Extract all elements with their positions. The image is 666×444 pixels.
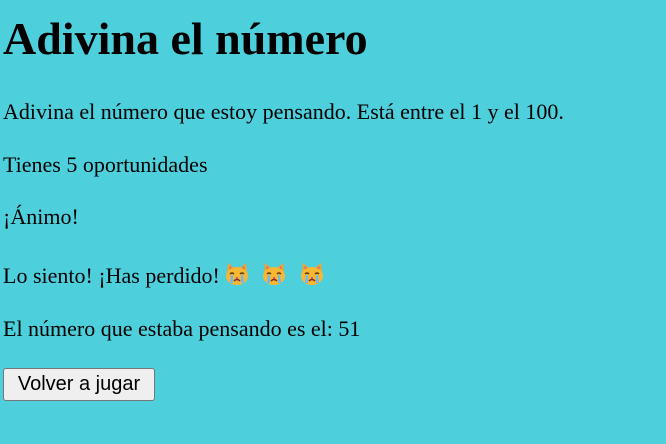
result-icons — [224, 262, 331, 292]
attempts-remaining-text: Tienes 5 oportunidades — [3, 152, 208, 177]
result-text: Lo siento! ¡Has perdido! — [3, 263, 220, 288]
crying-cat-icon — [299, 262, 325, 286]
instructions-text: Adivina el número que estoy pensando. Es… — [3, 99, 564, 124]
play-again-button[interactable]: Volver a jugar — [3, 368, 155, 401]
page-title: Adivina el número — [3, 13, 368, 64]
secret-number-text: El número que estaba pensando es el: 51 — [3, 316, 361, 341]
encouragement-text: ¡Ánimo! — [3, 204, 79, 229]
crying-cat-icon — [261, 262, 287, 286]
crying-cat-icon — [224, 262, 250, 286]
game-page: Adivina el número Adivina el número que … — [0, 0, 666, 444]
result-message: Lo siento! ¡Has perdido! — [3, 262, 331, 292]
